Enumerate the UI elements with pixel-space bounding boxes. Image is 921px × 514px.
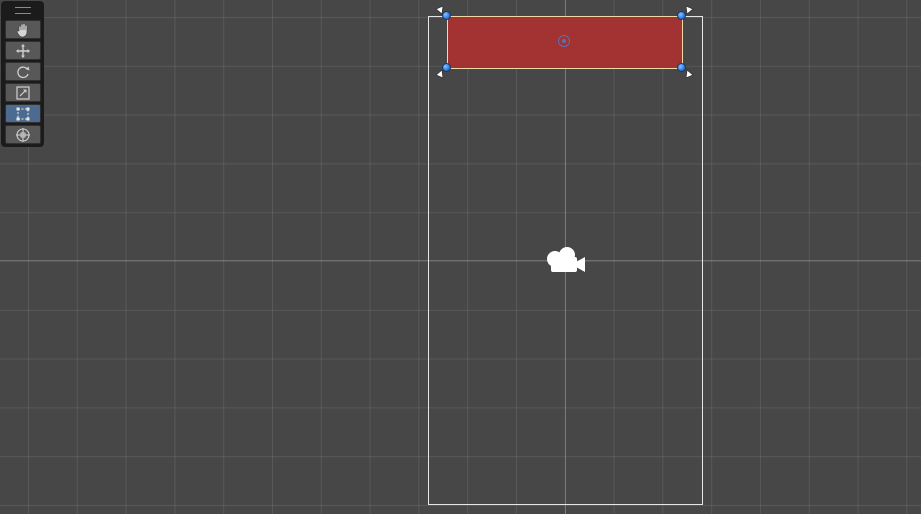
rect-tool-button[interactable] (5, 104, 41, 123)
anchor-top-left-icon[interactable] (434, 4, 446, 16)
hand-icon (16, 22, 28, 37)
scale-icon (16, 85, 30, 100)
rotate-tool-button[interactable] (5, 62, 41, 81)
rotate-icon (17, 65, 30, 78)
hand-tool-button[interactable] (5, 20, 41, 39)
anchor-bottom-right-icon[interactable] (683, 68, 695, 80)
anchor-top-right-icon[interactable] (683, 4, 695, 16)
tools-toolbar (1, 1, 44, 147)
anchor-bottom-left-icon[interactable] (434, 68, 446, 80)
transform-tool-button[interactable] (5, 125, 41, 144)
rect-transform-icon (16, 107, 30, 120)
camera-gizmo-icon[interactable] (545, 245, 587, 275)
move-tool-button[interactable] (5, 41, 41, 60)
scale-tool-button[interactable] (5, 83, 41, 102)
toolbar-grip[interactable] (15, 7, 31, 14)
scene-view[interactable] (0, 0, 921, 514)
move-arrows-icon (16, 43, 30, 58)
pivot-icon[interactable] (558, 35, 570, 47)
transform-gizmo-icon (16, 127, 30, 142)
